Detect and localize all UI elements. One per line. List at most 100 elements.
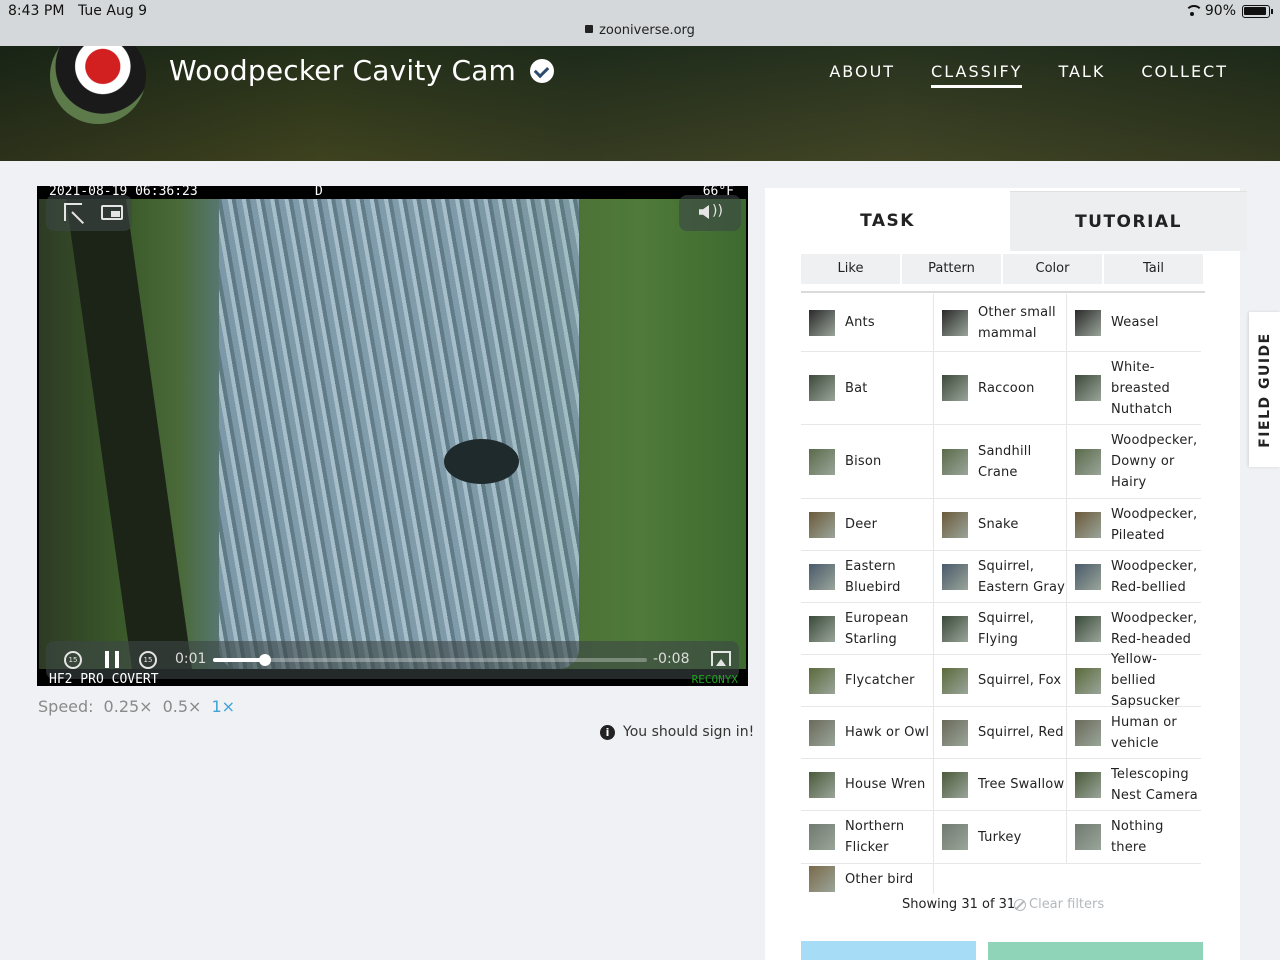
field-guide-tab[interactable]: FIELD GUIDE xyxy=(1249,312,1280,467)
done-button[interactable] xyxy=(801,941,976,960)
species-label: Other bird xyxy=(845,871,914,887)
battery-percent: 90% xyxy=(1204,3,1236,19)
tab-task[interactable]: TASK xyxy=(765,191,1010,251)
clock-time: 8:43 PM xyxy=(8,3,65,19)
showing-count: Showing 31 of 31 xyxy=(902,897,1016,912)
speed-option-05[interactable]: 0.5× xyxy=(163,697,202,716)
species-option[interactable]: Ants xyxy=(801,294,934,352)
species-option[interactable]: Raccoon xyxy=(934,352,1067,425)
clock-date: Tue Aug 9 xyxy=(78,3,148,19)
species-label: Bison xyxy=(845,454,882,469)
species-option[interactable]: Squirrel, Fox xyxy=(934,655,1067,707)
skip-back-icon[interactable]: 15 xyxy=(64,651,82,669)
clear-filters-label: Clear filters xyxy=(1029,897,1105,912)
field-guide-label: FIELD GUIDE xyxy=(1256,331,1273,448)
volume-button[interactable]: )) xyxy=(679,195,741,231)
species-option[interactable]: Hawk or Owl xyxy=(801,707,934,759)
species-thumbnail xyxy=(1075,771,1101,798)
species-option[interactable]: Woodpecker, Pileated xyxy=(1067,499,1201,551)
video-flag: D xyxy=(315,186,323,199)
species-option[interactable]: Flycatcher xyxy=(801,655,934,707)
species-option[interactable]: Sandhill Crane xyxy=(934,425,1067,499)
species-thumbnail xyxy=(809,563,835,590)
species-thumbnail xyxy=(809,719,835,746)
species-thumbnail xyxy=(1075,824,1101,850)
video-scene-cavity xyxy=(444,439,519,484)
species-option[interactable]: White-breasted Nuthatch xyxy=(1067,352,1201,425)
skip-forward-icon[interactable]: 15 xyxy=(139,651,157,669)
nav-collect[interactable]: COLLECT xyxy=(1141,62,1228,88)
species-option[interactable]: Other small mammal xyxy=(934,294,1067,352)
address-bar[interactable]: zooniverse.org xyxy=(0,23,1280,38)
nav-about[interactable]: ABOUT xyxy=(829,62,895,88)
species-label: Hawk or Owl xyxy=(845,725,930,740)
species-option[interactable]: Telescoping Nest Camera xyxy=(1067,759,1201,811)
species-option[interactable]: Squirrel, Red xyxy=(934,707,1067,759)
species-thumbnail xyxy=(1075,448,1101,475)
airplay-icon[interactable] xyxy=(711,651,731,666)
filter-like[interactable]: Like xyxy=(801,254,900,284)
species-option[interactable]: Squirrel, Eastern Gray xyxy=(934,551,1067,603)
species-label: Woodpecker, Pileated xyxy=(1111,506,1198,543)
speed-option-1[interactable]: 1× xyxy=(211,697,235,716)
species-label: Squirrel, Red xyxy=(978,725,1064,740)
fullscreen-icon[interactable] xyxy=(64,203,82,221)
species-option[interactable]: Eastern Bluebird xyxy=(801,551,934,603)
species-option[interactable]: House Wren xyxy=(801,759,934,811)
species-option[interactable]: European Starling xyxy=(801,603,934,655)
species-label: Squirrel, Eastern Gray xyxy=(978,558,1066,595)
species-option[interactable]: Bison xyxy=(801,425,934,499)
species-thumbnail xyxy=(942,771,968,798)
species-thumbnail xyxy=(1075,563,1101,590)
species-label: White-breasted Nuthatch xyxy=(1111,359,1173,417)
species-option[interactable]: Northern Flicker xyxy=(801,811,934,864)
species-option[interactable]: Woodpecker, Red-bellied xyxy=(1067,551,1201,603)
species-thumbnail xyxy=(1075,615,1101,642)
signin-notice[interactable]: i You should sign in! xyxy=(600,724,754,740)
camera-brand-label: RECONYX xyxy=(691,673,738,686)
species-option[interactable]: Snake xyxy=(934,499,1067,551)
pause-icon[interactable] xyxy=(105,651,119,668)
speed-option-025[interactable]: 0.25× xyxy=(104,697,153,716)
species-option[interactable]: Human or vehicle xyxy=(1067,707,1201,759)
next-button[interactable] xyxy=(988,942,1203,960)
filter-tail[interactable]: Tail xyxy=(1104,254,1203,284)
project-title[interactable]: Woodpecker Cavity Cam xyxy=(169,54,516,87)
tab-tutorial[interactable]: TUTORIAL xyxy=(1010,191,1247,251)
species-label: Woodpecker, Red-headed xyxy=(1111,610,1198,647)
video-remaining-time: -0:08 xyxy=(653,651,690,667)
filter-pattern[interactable]: Pattern xyxy=(902,254,1001,284)
nav-talk[interactable]: TALK xyxy=(1058,62,1105,88)
picture-in-picture-icon[interactable] xyxy=(101,205,123,220)
species-thumbnail xyxy=(942,309,968,336)
species-option[interactable]: Woodpecker, Downy or Hairy xyxy=(1067,425,1201,499)
species-option[interactable]: Weasel xyxy=(1067,294,1201,352)
species-thumbnail xyxy=(809,866,835,892)
speed-controls: Speed: 0.25× 0.5× 1× xyxy=(38,697,235,716)
species-option[interactable]: Deer xyxy=(801,499,934,551)
nav-classify[interactable]: CLASSIFY xyxy=(931,62,1023,88)
species-thumbnail xyxy=(1075,309,1101,336)
project-avatar[interactable] xyxy=(50,46,146,124)
video-scrubber[interactable] xyxy=(213,654,647,666)
video-scrubber-handle[interactable] xyxy=(259,654,272,666)
species-thumbnail xyxy=(942,667,968,694)
species-label: Weasel xyxy=(1111,315,1159,330)
video-player[interactable]: 2021-08-19 06:36:23 D 66°F )) 15 15 0:01… xyxy=(37,186,748,686)
filter-color[interactable]: Color xyxy=(1003,254,1102,284)
species-option[interactable]: Woodpecker, Red-headed xyxy=(1067,603,1201,655)
species-label: Squirrel, Fox xyxy=(978,673,1062,688)
clear-filters-button[interactable]: Clear filters xyxy=(1014,897,1104,912)
species-option[interactable]: Yellow-bellied Sapsucker xyxy=(1067,652,1201,709)
species-label: Squirrel, Flying xyxy=(978,610,1035,647)
species-label: Woodpecker, Red-bellied xyxy=(1111,558,1198,595)
species-option[interactable]: Other bird xyxy=(801,864,934,894)
species-option[interactable]: Turkey xyxy=(934,811,1067,864)
species-thumbnail xyxy=(1075,719,1101,746)
species-option[interactable]: Squirrel, Flying xyxy=(934,603,1067,655)
species-thumbnail xyxy=(942,448,968,475)
species-option[interactable]: Tree Swallow xyxy=(934,759,1067,811)
species-option[interactable]: Bat xyxy=(801,352,934,425)
species-option[interactable]: Nothing there xyxy=(1067,811,1201,864)
species-label: Snake xyxy=(978,517,1019,532)
